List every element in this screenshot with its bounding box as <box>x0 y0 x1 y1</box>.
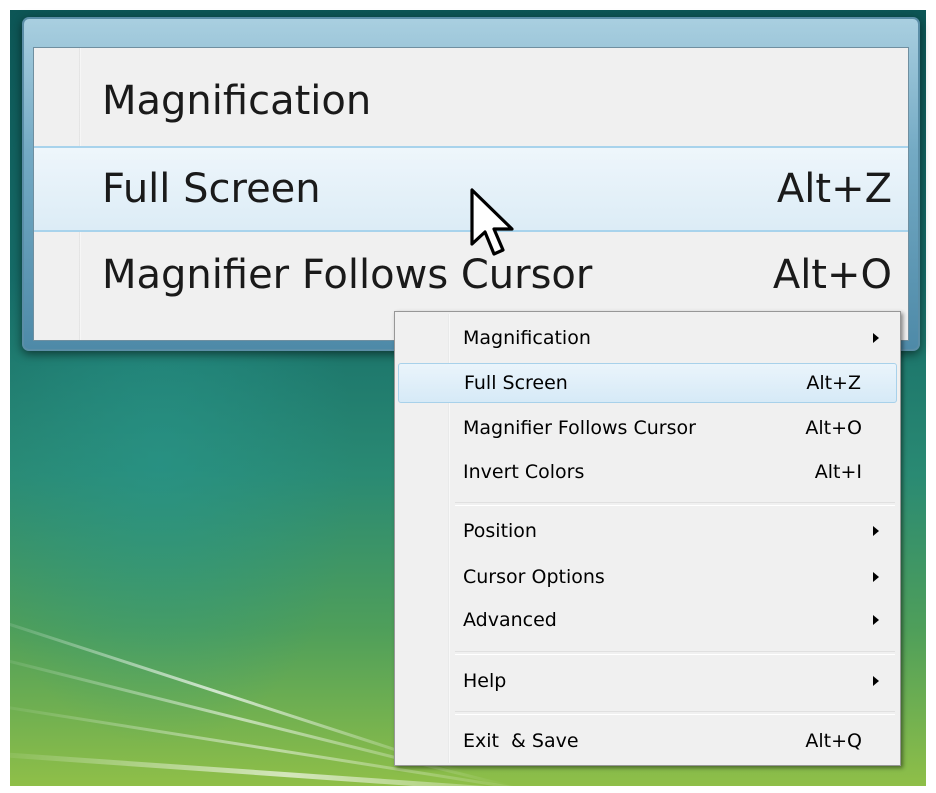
menu-item-position[interactable]: Position <box>398 511 897 551</box>
menu-separator <box>455 502 895 506</box>
menu-item-label: Full Screen <box>464 372 568 394</box>
menu-item-magnification[interactable]: Magnification <box>398 318 897 358</box>
menu-item-label: Advanced <box>463 609 557 631</box>
submenu-arrow-icon <box>873 572 879 582</box>
submenu-arrow-icon <box>873 333 879 343</box>
magnified-item-label: Full Screen <box>102 166 321 212</box>
menu-item-shortcut: Alt+O <box>805 417 862 439</box>
magnified-item-label: Magnification <box>102 78 372 124</box>
menu-item-cursor-options[interactable]: Cursor Options <box>398 557 897 597</box>
magnified-item-shortcut: Alt+Z <box>776 166 892 212</box>
submenu-arrow-icon <box>873 615 879 625</box>
magnifier-window: Magnification Full Screen Alt+Z Magnifie… <box>22 17 920 351</box>
arrow-cursor-icon <box>470 188 514 256</box>
menu-item-label: Invert Colors <box>463 461 585 483</box>
menu-item-invert-colors[interactable]: Invert Colors Alt+I <box>398 452 897 492</box>
menu-item-label: Magnification <box>463 327 591 349</box>
menu-item-help[interactable]: Help <box>398 661 897 701</box>
menu-separator <box>455 651 895 655</box>
menu-item-advanced[interactable]: Advanced <box>398 600 897 640</box>
submenu-arrow-icon <box>873 676 879 686</box>
menu-item-magnifier-follows-cursor[interactable]: Magnifier Follows Cursor Alt+O <box>398 408 897 448</box>
submenu-arrow-icon <box>873 526 879 536</box>
magnified-item-shortcut: Alt+O <box>772 252 892 298</box>
menu-item-label: Magnifier Follows Cursor <box>463 417 696 439</box>
menu-item-full-screen[interactable]: Full Screen Alt+Z <box>398 363 897 403</box>
context-menu: Magnification Full Screen Alt+Z Magnifie… <box>394 311 901 766</box>
menu-item-shortcut: Alt+Z <box>806 372 861 394</box>
menu-item-shortcut: Alt+I <box>814 461 862 483</box>
menu-item-exit-save[interactable]: Exit & Save Alt+Q <box>398 721 897 761</box>
menu-separator <box>455 711 895 715</box>
magnified-item-magnification: Magnification <box>34 60 908 142</box>
menu-item-label: Cursor Options <box>463 566 605 588</box>
menu-item-label: Position <box>463 520 537 542</box>
menu-item-shortcut: Alt+Q <box>805 730 862 752</box>
menu-item-label: Exit & Save <box>463 730 579 752</box>
menu-item-label: Help <box>463 670 507 692</box>
